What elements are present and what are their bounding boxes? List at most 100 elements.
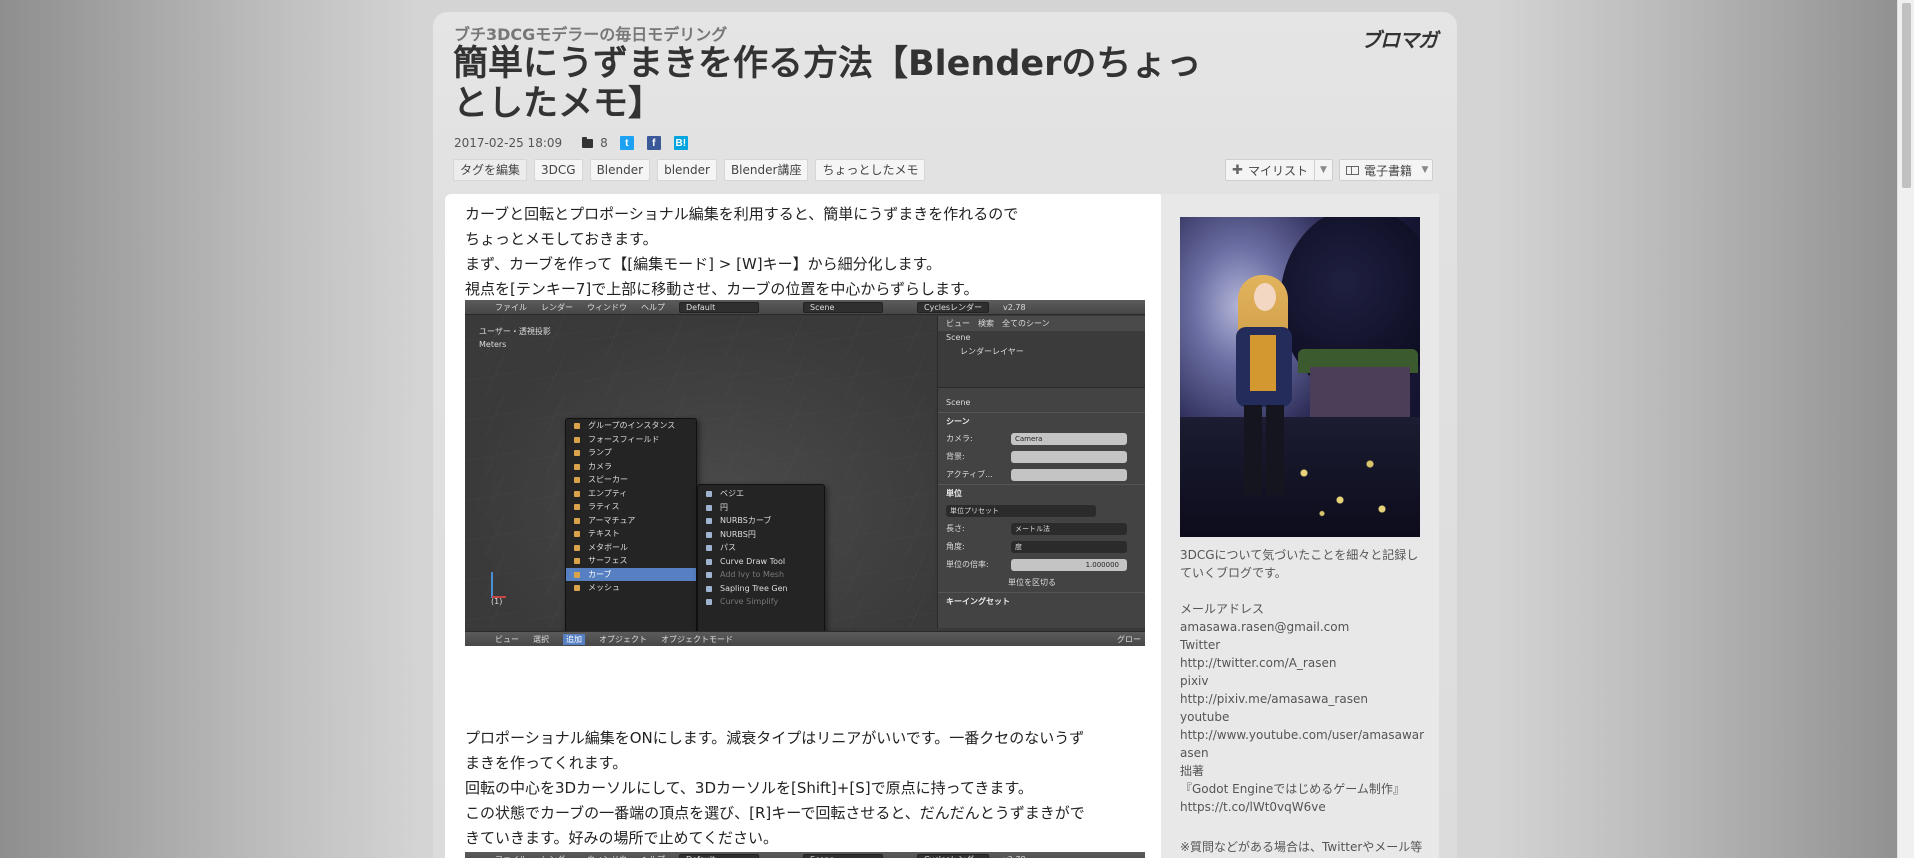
frame-number: (1) <box>491 597 503 606</box>
curve-menu-item: Curve Draw Tool <box>698 555 824 569</box>
ebook-label: 電子書籍 <box>1363 163 1412 178</box>
add-menu-item: カメラ <box>566 460 696 474</box>
3d-viewport: ユーザー・透視投影 Meters (1) グループのインスタンス フォースフィー… <box>465 316 935 644</box>
sidebar: 3DCGについて気づいたことを細々と記録していくブログです。 メールアドレス a… <box>1161 194 1439 858</box>
add-menu-item: メタボール <box>566 541 696 555</box>
curve-menu-item: NURBSカーブ <box>698 514 824 528</box>
add-menu-item: テキスト <box>566 527 696 541</box>
version-label: v2.78 <box>1003 302 1026 312</box>
scene-dropdown: Scene <box>803 301 883 313</box>
curve-menu-item: Add Ivy to Mesh <box>698 568 824 582</box>
ebook-button[interactable]: 電子書籍 ▼ <box>1338 159 1433 181</box>
engine-dropdown: Cyclesレンダー <box>917 301 990 313</box>
curve-submenu: ベジエ 円 NURBSカーブ NURBS円 パス Curve Draw Tool… <box>697 484 825 636</box>
curve-menu-item: パス <box>698 541 824 555</box>
text-line: まきを作ってくれます。 <box>465 754 628 772</box>
menu-file: ファイル <box>495 302 527 312</box>
profile-image[interactable] <box>1180 217 1420 537</box>
bottom-global: グロー <box>1117 634 1141 644</box>
book-link[interactable]: https://t.co/lWt0vqW6ve <box>1180 798 1425 816</box>
menu-file: ファイル <box>495 854 527 858</box>
add-menu-item: フォースフィールド <box>566 433 696 447</box>
menu-help: ヘルプ <box>641 302 665 312</box>
outliner-search: 検索 <box>978 319 994 328</box>
twitter-link[interactable]: http://twitter.com/A_rasen <box>1180 654 1425 672</box>
camera-field: Camera <box>1011 433 1127 445</box>
post-date: 2017-02-25 18:09 <box>454 136 563 150</box>
background-label: 背景: <box>946 452 965 461</box>
axis-gizmo-icon <box>483 568 506 598</box>
blender-screenshot-2: ファイル レンダー ウィンドウ ヘルプ Default Scene Cycles… <box>465 852 1145 858</box>
blender-bottom-bar: ビュー 選択 追加 オブジェクト オブジェクトモード グロー <box>465 631 1145 646</box>
menu-window: ウィンドウ <box>587 302 627 312</box>
comment-folder-icon <box>582 136 594 148</box>
menu-render: レンダー <box>541 854 573 858</box>
twitter-share-icon[interactable]: t <box>619 136 634 150</box>
units-label: Meters <box>479 340 507 349</box>
text-line: この状態でカーブの一番端の頂点を選び、[R]キーで回転させると、だんだんとうずま… <box>465 804 1085 822</box>
blog-page: ブチ3DCGモデラーの毎日モデリング ブロマガ 簡単にうずまきを作る方法【Ble… <box>433 12 1457 858</box>
curve-menu-item: Sapling Tree Gen <box>698 582 824 596</box>
bottom-object: オブジェクト <box>599 634 647 644</box>
twitter-heading: Twitter <box>1180 638 1221 652</box>
layout-dropdown: Default <box>679 853 759 858</box>
article-meta: 2017-02-25 18:09 8 t f B! <box>454 136 701 150</box>
section-keying: キーイングセット <box>938 592 1145 610</box>
chevron-down-icon[interactable]: ▼ <box>1313 160 1332 180</box>
menu-help: ヘルプ <box>641 854 665 858</box>
scale-label: 単位の倍率: <box>946 560 989 569</box>
text-line: ちょっとメモしておきます。 <box>465 230 658 248</box>
tag-item[interactable]: Blender <box>589 159 651 181</box>
add-menu: グループのインスタンス フォースフィールド ランプ カメラ スピーカー エンプテ… <box>565 418 697 644</box>
email-heading: メールアドレス <box>1180 602 1265 616</box>
tag-item[interactable]: blender <box>657 159 717 181</box>
youtube-heading: youtube <box>1180 710 1230 724</box>
facebook-share-icon[interactable]: f <box>646 136 661 150</box>
blog-description: 3DCGについて気づいたことを細々と記録していくブログです。 <box>1180 548 1419 580</box>
mylist-label: マイリスト <box>1247 163 1308 178</box>
pixiv-link[interactable]: http://pixiv.me/amasawa_rasen <box>1180 690 1425 708</box>
version-label: v2.78 <box>1003 855 1026 858</box>
contact-note: ※質問などがある場合は、Twitterやメール等で知らせていただけると助かります… <box>1180 840 1423 854</box>
blender-top-menu: ファイル レンダー ウィンドウ ヘルプ Default Scene Cycles… <box>465 300 1145 315</box>
viewport-label: ユーザー・透視投影 <box>479 327 551 336</box>
curve-menu-item: Curve Simplify <box>698 595 824 609</box>
tag-item[interactable]: ちょっとしたメモ <box>815 159 926 181</box>
text-line: 回転の中心を3Dカーソルにして、3Dカーソルを[Shift]+[S]で原点に持っ… <box>465 779 1033 797</box>
angle-field: 度 <box>1011 541 1127 553</box>
camera-label: カメラ: <box>946 434 973 443</box>
comment-count[interactable]: 8 <box>600 136 608 150</box>
add-menu-item: スピーカー <box>566 473 696 487</box>
blog-name[interactable]: ブチ3DCGモデラーの毎日モデリング <box>454 21 727 45</box>
scene-dropdown: Scene <box>803 853 883 858</box>
article-body: カーブと回転とプロポーショナル編集を利用すると、簡単にうずまきを作れるので ちょ… <box>445 194 1164 858</box>
add-menu-item: エンプティ <box>566 487 696 501</box>
page-scrollbar[interactable] <box>1897 0 1914 858</box>
profile-links: メールアドレス amasawa.rasen@gmail.com Twitter … <box>1180 600 1425 816</box>
tag-item[interactable]: Blender講座 <box>723 159 809 181</box>
curve-menu-item: NURBS円 <box>698 528 824 542</box>
active-field <box>1011 469 1127 481</box>
brand-logo[interactable]: ブロマガ <box>1361 24 1438 53</box>
chevron-down-icon[interactable]: ▼ <box>1418 160 1432 180</box>
mylist-button[interactable]: ✚ マイリスト ▼ <box>1225 159 1333 181</box>
edit-tags-button[interactable]: タグを編集 <box>453 159 528 181</box>
blender-top-menu: ファイル レンダー ウィンドウ ヘルプ Default Scene Cycles… <box>465 852 1145 858</box>
add-menu-item: サーフェス <box>566 554 696 568</box>
bottom-select: 選択 <box>533 634 549 644</box>
youtube-link[interactable]: http://www.youtube.com/user/amasawarasen <box>1180 726 1425 762</box>
hatena-bookmark-icon[interactable]: B! <box>673 136 688 150</box>
scrollbar-thumb[interactable] <box>1902 3 1911 188</box>
tag-item[interactable]: 3DCG <box>534 159 583 181</box>
add-menu-item: ランプ <box>566 446 696 460</box>
curve-menu-item: 円 <box>698 501 824 515</box>
add-menu-item: アーマチュア <box>566 514 696 528</box>
plus-icon: ✚ <box>1232 162 1243 178</box>
tag-list: タグを編集 3DCG Blender blender Blender講座 ちょっ… <box>453 159 926 181</box>
add-menu-item: メッシュ <box>566 581 696 595</box>
bottom-add: 追加 <box>563 633 585 645</box>
email-link[interactable]: amasawa.rasen@gmail.com <box>1180 618 1425 636</box>
add-menu-item: グループのインスタンス <box>566 419 696 433</box>
outliner: ビュー 検索 全てのシーン Scene レンダーレイヤー <box>938 316 1145 388</box>
scale-field: 1.000000 <box>1011 559 1127 571</box>
